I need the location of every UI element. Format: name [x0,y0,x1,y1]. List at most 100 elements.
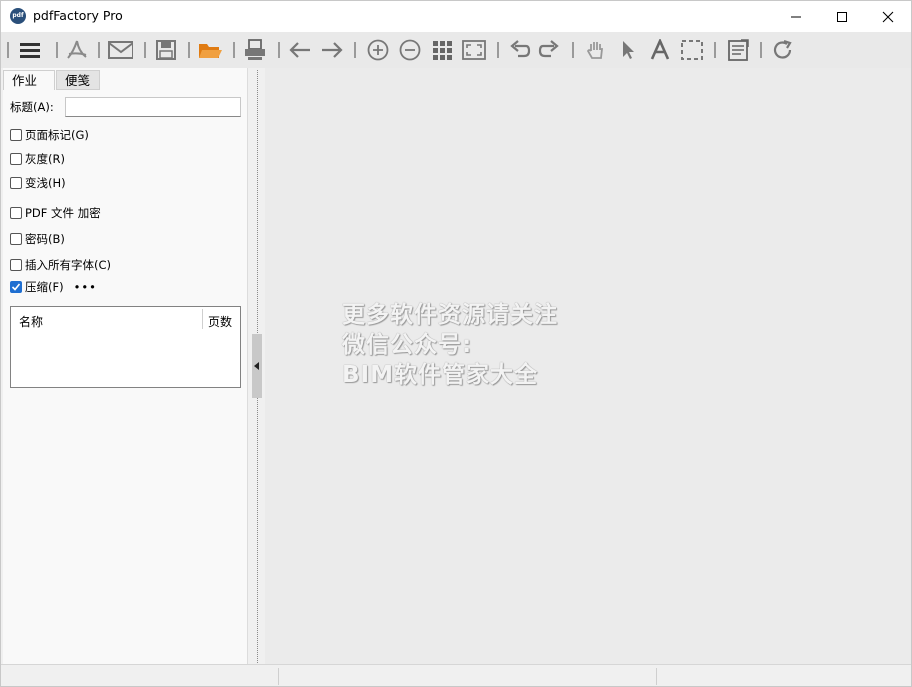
next-page-button[interactable] [319,37,345,63]
title-input[interactable] [65,97,241,117]
pdf-encrypt-checkbox-row[interactable]: PDF 文件 加密 [10,205,101,221]
hand-tool-button[interactable] [583,37,609,63]
minimize-icon [791,16,801,17]
toolbar-separator [233,42,235,58]
pdffactory-logo-icon: pdf [10,8,26,24]
toolbar-separator [56,42,58,58]
toolbar-separator [760,42,762,58]
undo-icon [510,40,531,58]
compress-options-button[interactable]: ••• [74,280,97,294]
text-tool-icon [650,39,670,60]
grid-view-icon [433,41,452,60]
lighten-checkbox-row[interactable]: 变浅(H) [10,175,66,191]
grid-view-button[interactable] [429,37,455,63]
refresh-icon [773,39,792,59]
fit-page-button[interactable] [461,37,487,63]
document-list[interactable]: 名称 页数 [10,306,241,388]
compress-label: 压缩(F) [25,280,64,294]
triangle-left-icon [254,362,259,370]
fit-page-icon [462,40,486,60]
select-area-button[interactable] [679,37,705,63]
zoom-in-icon [367,39,389,61]
zoom-out-button[interactable] [397,37,423,63]
password-checkbox[interactable] [10,233,22,245]
email-button[interactable] [107,37,133,63]
acrobat-button[interactable] [64,37,90,63]
redo-button[interactable] [536,37,562,63]
redo-icon [538,40,559,58]
watermark-line-3: BIM软件管家大全 [342,362,538,388]
column-divider[interactable] [202,309,203,329]
app-window: pdf pdfFactory Pro 作业 便笺 标题(A): 页面标记(G) … [0,0,912,687]
previous-page-button[interactable] [287,37,313,63]
text-tool-button[interactable] [647,37,673,63]
close-button[interactable] [865,1,911,32]
lighten-label: 变浅(H) [25,176,66,190]
pdf-encrypt-label: PDF 文件 加密 [25,206,101,220]
pointer-icon [623,41,634,59]
password-label: 密码(B) [25,232,65,246]
column-header-name[interactable]: 名称 [19,313,43,330]
toolbar-separator [354,42,356,58]
toolbar-separator [497,42,499,58]
printer-icon [245,39,265,60]
notes-button[interactable] [725,37,751,63]
watermark-line-1: 更多软件资源请关注 [342,302,558,328]
status-bar [1,664,911,686]
job-panel: 作业 便笺 标题(A): 页面标记(G) 灰度(R) 变浅(H) PDF 文件 … [3,68,248,664]
pdf-encrypt-checkbox[interactable] [10,207,22,219]
compress-checkbox-row[interactable]: 压缩(F) ••• [10,279,97,295]
minimize-button[interactable] [773,1,819,32]
tab-notes[interactable]: 便笺 [56,70,100,90]
page-marks-checkbox[interactable] [10,129,22,141]
window-title: pdfFactory Pro [33,8,123,23]
select-area-icon [681,40,703,60]
watermark-line-2: 微信公众号: [342,332,473,358]
page-marks-label: 页面标记(G) [25,128,89,142]
status-divider [278,668,279,685]
close-icon [882,11,894,22]
checkmark-icon [11,283,21,291]
hand-tool-icon [586,42,604,59]
arrow-left-icon [289,42,310,58]
toolbar [1,32,911,68]
lighten-checkbox[interactable] [10,177,22,189]
refresh-button[interactable] [770,37,796,63]
preview-area[interactable]: 更多软件资源请关注 微信公众号: BIM软件管家大全 [265,68,911,664]
toolbar-separator [572,42,574,58]
compress-checkbox[interactable] [10,281,22,293]
menu-button[interactable] [17,37,43,63]
toolbar-separator [144,42,146,58]
zoom-out-icon [399,39,421,61]
page-marks-checkbox-row[interactable]: 页面标记(G) [10,127,89,143]
open-button[interactable] [197,37,223,63]
envelope-icon [108,41,133,59]
arrow-right-icon [322,42,343,58]
password-checkbox-row[interactable]: 密码(B) [10,231,65,247]
toolbar-separator [188,42,190,58]
column-header-pages[interactable]: 页数 [208,313,232,330]
grayscale-label: 灰度(R) [25,152,65,166]
grayscale-checkbox-row[interactable]: 灰度(R) [10,151,65,167]
toolbar-separator [714,42,716,58]
embed-fonts-checkbox-row[interactable]: 插入所有字体(C) [10,257,111,273]
watermark-text: 更多软件资源请关注 微信公众号: BIM软件管家大全 [342,300,558,390]
maximize-button[interactable] [819,1,865,32]
save-icon [156,40,176,60]
toolbar-separator [7,42,9,58]
zoom-in-button[interactable] [365,37,391,63]
tab-job[interactable]: 作业 [3,70,55,90]
title-bar: pdf pdfFactory Pro [1,1,911,32]
embed-fonts-label: 插入所有字体(C) [25,258,112,272]
collapse-panel-button[interactable] [252,334,262,398]
acrobat-icon [67,40,87,59]
grayscale-checkbox[interactable] [10,153,22,165]
pointer-button[interactable] [615,37,641,63]
embed-fonts-checkbox[interactable] [10,259,22,271]
save-button[interactable] [153,37,179,63]
notes-icon [728,39,749,61]
title-label: 标题(A): [10,100,54,114]
undo-button[interactable] [507,37,533,63]
toolbar-separator [98,42,100,58]
print-button[interactable] [242,37,268,63]
